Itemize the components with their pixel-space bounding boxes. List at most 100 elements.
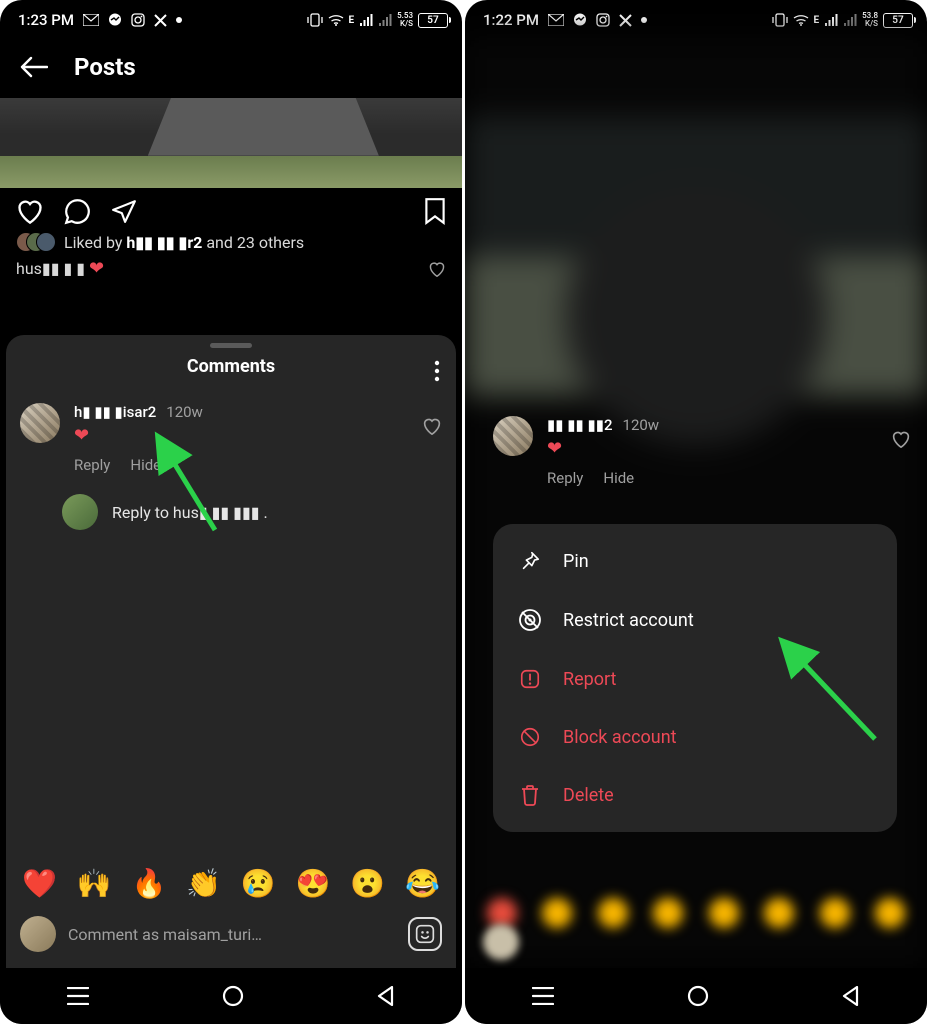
battery-icon: 57 <box>418 13 448 28</box>
notification-dot-icon <box>641 17 647 23</box>
menu-label: Restrict account <box>563 610 694 631</box>
clock: 1:22 PM <box>483 11 539 29</box>
x-icon <box>619 14 632 27</box>
bookmark-icon[interactable] <box>424 197 446 225</box>
menu-delete[interactable]: Delete <box>493 766 897 824</box>
emoji-clap[interactable]: 👏 <box>186 867 221 900</box>
blurred-emoji-row <box>465 898 927 928</box>
recents-icon[interactable] <box>532 987 554 1005</box>
battery-icon: 57 <box>883 13 913 28</box>
comment-item: ▮▮ ▮▮ ▮▮2 120w ❤ Reply Hide <box>493 416 911 487</box>
back-icon[interactable] <box>377 986 395 1006</box>
home-icon[interactable] <box>222 985 244 1007</box>
more-icon[interactable] <box>428 354 446 388</box>
phone-right: 1:22 PM E 53.8K/S 57 ▮▮ ▮▮ ▮▮2 120w <box>465 0 927 1024</box>
emoji-quick-row: ❤️ 🙌 🔥 👏 😢 😍 😮 😂 <box>6 859 456 908</box>
context-menu: Pin Restrict account Report Block accoun… <box>493 524 897 832</box>
comment-input-row: Comment as maisam_turi… <box>6 908 456 968</box>
comment-username: ▮▮ ▮▮ ▮▮2 <box>547 416 613 434</box>
pin-icon <box>517 550 543 572</box>
wifi-icon <box>793 14 809 26</box>
recents-icon[interactable] <box>67 987 89 1005</box>
x-icon <box>154 14 167 27</box>
messenger-icon <box>573 13 587 27</box>
messenger-icon <box>108 13 122 27</box>
gmail-icon <box>83 14 99 26</box>
trash-icon <box>517 784 543 806</box>
comment-text: ❤ <box>547 438 877 459</box>
menu-label: Pin <box>563 551 589 572</box>
likes-text: Liked by h▮▮ ▮▮ ▮r2 and 23 others <box>64 233 304 252</box>
instagram-icon <box>131 13 145 27</box>
sheet-title: Comments <box>187 356 275 377</box>
back-icon[interactable] <box>842 986 860 1006</box>
android-nav-bar <box>0 968 462 1024</box>
like-avatars <box>16 232 56 252</box>
reply-preview[interactable]: Reply to hus▮ ▮▮ ▮▮▮ . <box>6 480 456 530</box>
avatar[interactable] <box>20 403 60 443</box>
comments-sheet: Comments h▮ ▮▮ ▮isar2 120w ❤ Reply Hide … <box>6 335 456 968</box>
comment-time: 120w <box>623 416 660 434</box>
hide-button[interactable]: Hide <box>130 456 161 474</box>
like-icon[interactable] <box>16 198 44 224</box>
emoji-hands[interactable]: 🙌 <box>77 867 112 900</box>
android-nav-bar <box>465 968 927 1024</box>
menu-label: Report <box>563 669 616 690</box>
restrict-icon <box>517 608 543 632</box>
heart-icon: ❤ <box>89 258 104 279</box>
home-icon[interactable] <box>687 985 709 1007</box>
status-bar: 1:22 PM E 53.8K/S 57 <box>465 0 927 36</box>
avatar <box>493 416 533 456</box>
signal-icon-2 <box>843 14 857 26</box>
share-icon[interactable] <box>111 199 137 223</box>
menu-block[interactable]: Block account <box>493 708 897 766</box>
back-arrow-icon[interactable] <box>20 56 48 78</box>
sticker-icon[interactable] <box>408 917 442 951</box>
comment-icon[interactable] <box>64 198 91 225</box>
post-actions <box>0 188 462 232</box>
clock: 1:23 PM <box>18 11 74 29</box>
menu-restrict[interactable]: Restrict account <box>493 590 897 650</box>
comment-item[interactable]: h▮ ▮▮ ▮isar2 120w ❤ Reply Hide <box>6 393 456 480</box>
reply-button[interactable]: Reply <box>547 469 583 487</box>
notification-dot-icon <box>176 17 182 23</box>
drag-handle[interactable] <box>210 343 252 348</box>
signal-icon-2 <box>378 14 392 26</box>
comment-time: 120w <box>166 403 203 421</box>
avatar <box>20 916 56 952</box>
status-bar: 1:23 PM E 5.53K/S 57 <box>0 0 462 36</box>
comment-like-icon[interactable] <box>891 430 911 487</box>
comment-text: ❤ <box>74 425 408 446</box>
menu-label: Delete <box>563 785 614 806</box>
vibrate-icon <box>772 13 788 27</box>
hide-button[interactable]: Hide <box>603 469 634 487</box>
menu-report[interactable]: Report <box>493 650 897 708</box>
emoji-wow[interactable]: 😮 <box>350 867 385 900</box>
menu-pin[interactable]: Pin <box>493 532 897 590</box>
emoji-fire[interactable]: 🔥 <box>131 867 166 900</box>
network-type: E <box>349 15 355 26</box>
gmail-icon <box>548 14 564 26</box>
avatar <box>62 494 98 530</box>
comment-input[interactable]: Comment as maisam_turi… <box>68 925 396 944</box>
instagram-icon <box>596 13 610 27</box>
caption-user[interactable]: hus▮▮ ▮ ▮ <box>16 259 85 278</box>
emoji-hearteyes[interactable]: 😍 <box>296 867 331 900</box>
emoji-cry[interactable]: 😢 <box>241 867 276 900</box>
comment-username[interactable]: h▮ ▮▮ ▮isar2 <box>74 403 156 421</box>
net-speed: 53.8K/S <box>862 12 878 28</box>
likes-row[interactable]: Liked by h▮▮ ▮▮ ▮r2 and 23 others <box>0 232 462 258</box>
block-icon <box>517 726 543 748</box>
comment-like-icon[interactable] <box>422 417 442 474</box>
reply-button[interactable]: Reply <box>74 456 110 474</box>
emoji-heart[interactable]: ❤️ <box>22 867 57 900</box>
signal-icon <box>359 14 373 26</box>
wifi-icon <box>328 14 344 26</box>
net-speed: 5.53K/S <box>397 12 413 28</box>
post-image[interactable] <box>0 98 462 188</box>
emoji-laugh[interactable]: 😂 <box>405 867 440 900</box>
blurred-avatar <box>483 924 519 960</box>
header: Posts <box>0 36 462 98</box>
phone-left: 1:23 PM E 5.53K/S 57 Posts <box>0 0 462 1024</box>
caption-like-icon[interactable] <box>428 261 446 277</box>
